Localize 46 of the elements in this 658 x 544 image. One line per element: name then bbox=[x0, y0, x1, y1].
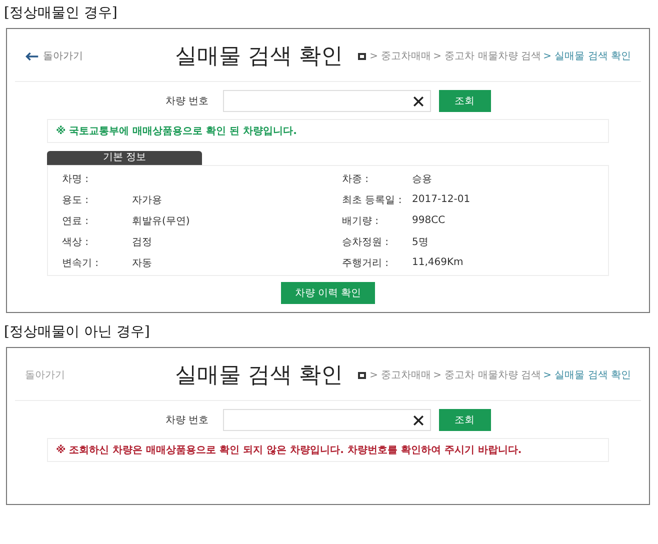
field-value: 검정 bbox=[132, 236, 152, 248]
field-label: 차량 번호 bbox=[165, 414, 209, 427]
back-link[interactable]: 돌아가기 bbox=[43, 49, 83, 63]
notice-message: ※ 조회하신 차량은 매매상품용으로 확인 되지 않은 차량입니다. 차량번호를 확인하여 주시기 바랍니다. bbox=[47, 438, 609, 462]
back-arrow-icon[interactable] bbox=[25, 52, 39, 60]
breadcrumb-link[interactable]: > 실매물 검색 확인 bbox=[543, 368, 631, 382]
field-label: 색상 : bbox=[62, 236, 90, 248]
field-value: 승용 bbox=[412, 174, 432, 184]
field-label: 최초 등록일 : bbox=[342, 194, 403, 206]
breadcrumb-link[interactable]: > 중고차 매물차량 검색 bbox=[433, 368, 542, 382]
field-label: 차량 번호 bbox=[165, 95, 209, 108]
field-label: 차명 : bbox=[62, 172, 90, 186]
car-number-field[interactable] bbox=[222, 90, 431, 112]
field-label: 배기량 : bbox=[342, 214, 380, 228]
back-link[interactable]: 돌아가기 bbox=[25, 368, 65, 382]
breadcrumb-link[interactable]: > 실매물 검색 확인 bbox=[543, 49, 631, 63]
field-label: 주행거리 : bbox=[342, 256, 390, 270]
field-label: 차종 : bbox=[342, 172, 370, 186]
page-title: 실매물 검색 확인 bbox=[175, 362, 344, 390]
clear-icon[interactable] bbox=[412, 96, 424, 106]
field-label: 연료 : bbox=[62, 214, 90, 228]
caption: [정상매물이 아닌 경우] bbox=[4, 323, 150, 342]
home-icon[interactable] bbox=[358, 372, 366, 378]
field-value: 휘발유(무연) bbox=[132, 216, 190, 226]
home-icon[interactable] bbox=[358, 52, 366, 60]
clear-icon[interactable] bbox=[412, 414, 424, 426]
info-tab[interactable]: 기본 정보 bbox=[47, 151, 202, 165]
breadcrumb-link[interactable]: > 중고차 매물차량 검색 bbox=[433, 49, 542, 63]
field-value: 11,469Km bbox=[412, 257, 464, 268]
page-title: 실매물 검색 확인 bbox=[175, 43, 344, 71]
breadcrumb-link[interactable]: > 중고차매매 bbox=[370, 49, 432, 63]
history-button[interactable]: 차량 이력 확인 bbox=[281, 282, 375, 304]
field-value: 5명 bbox=[412, 236, 428, 248]
breadcrumb-link[interactable]: > 중고차매매 bbox=[370, 368, 432, 382]
search-button[interactable]: 조회 bbox=[438, 90, 491, 112]
car-number-field[interactable] bbox=[222, 409, 431, 431]
field-label: 용도 : bbox=[62, 194, 90, 206]
field-label: 승차정원 : bbox=[342, 236, 390, 248]
field-label: 변속기 : bbox=[62, 256, 100, 270]
search-button[interactable]: 조회 bbox=[438, 409, 491, 431]
field-value: 자동 bbox=[132, 258, 152, 268]
field-value: 2017-12-01 bbox=[412, 194, 470, 205]
notice-message: ※ 국토교통부에 매매상품용으로 확인 된 차량입니다. bbox=[47, 119, 609, 143]
caption: [정상매물인 경우] bbox=[4, 4, 118, 23]
field-value: 998CC bbox=[412, 215, 446, 226]
field-value: 자가용 bbox=[132, 194, 162, 206]
